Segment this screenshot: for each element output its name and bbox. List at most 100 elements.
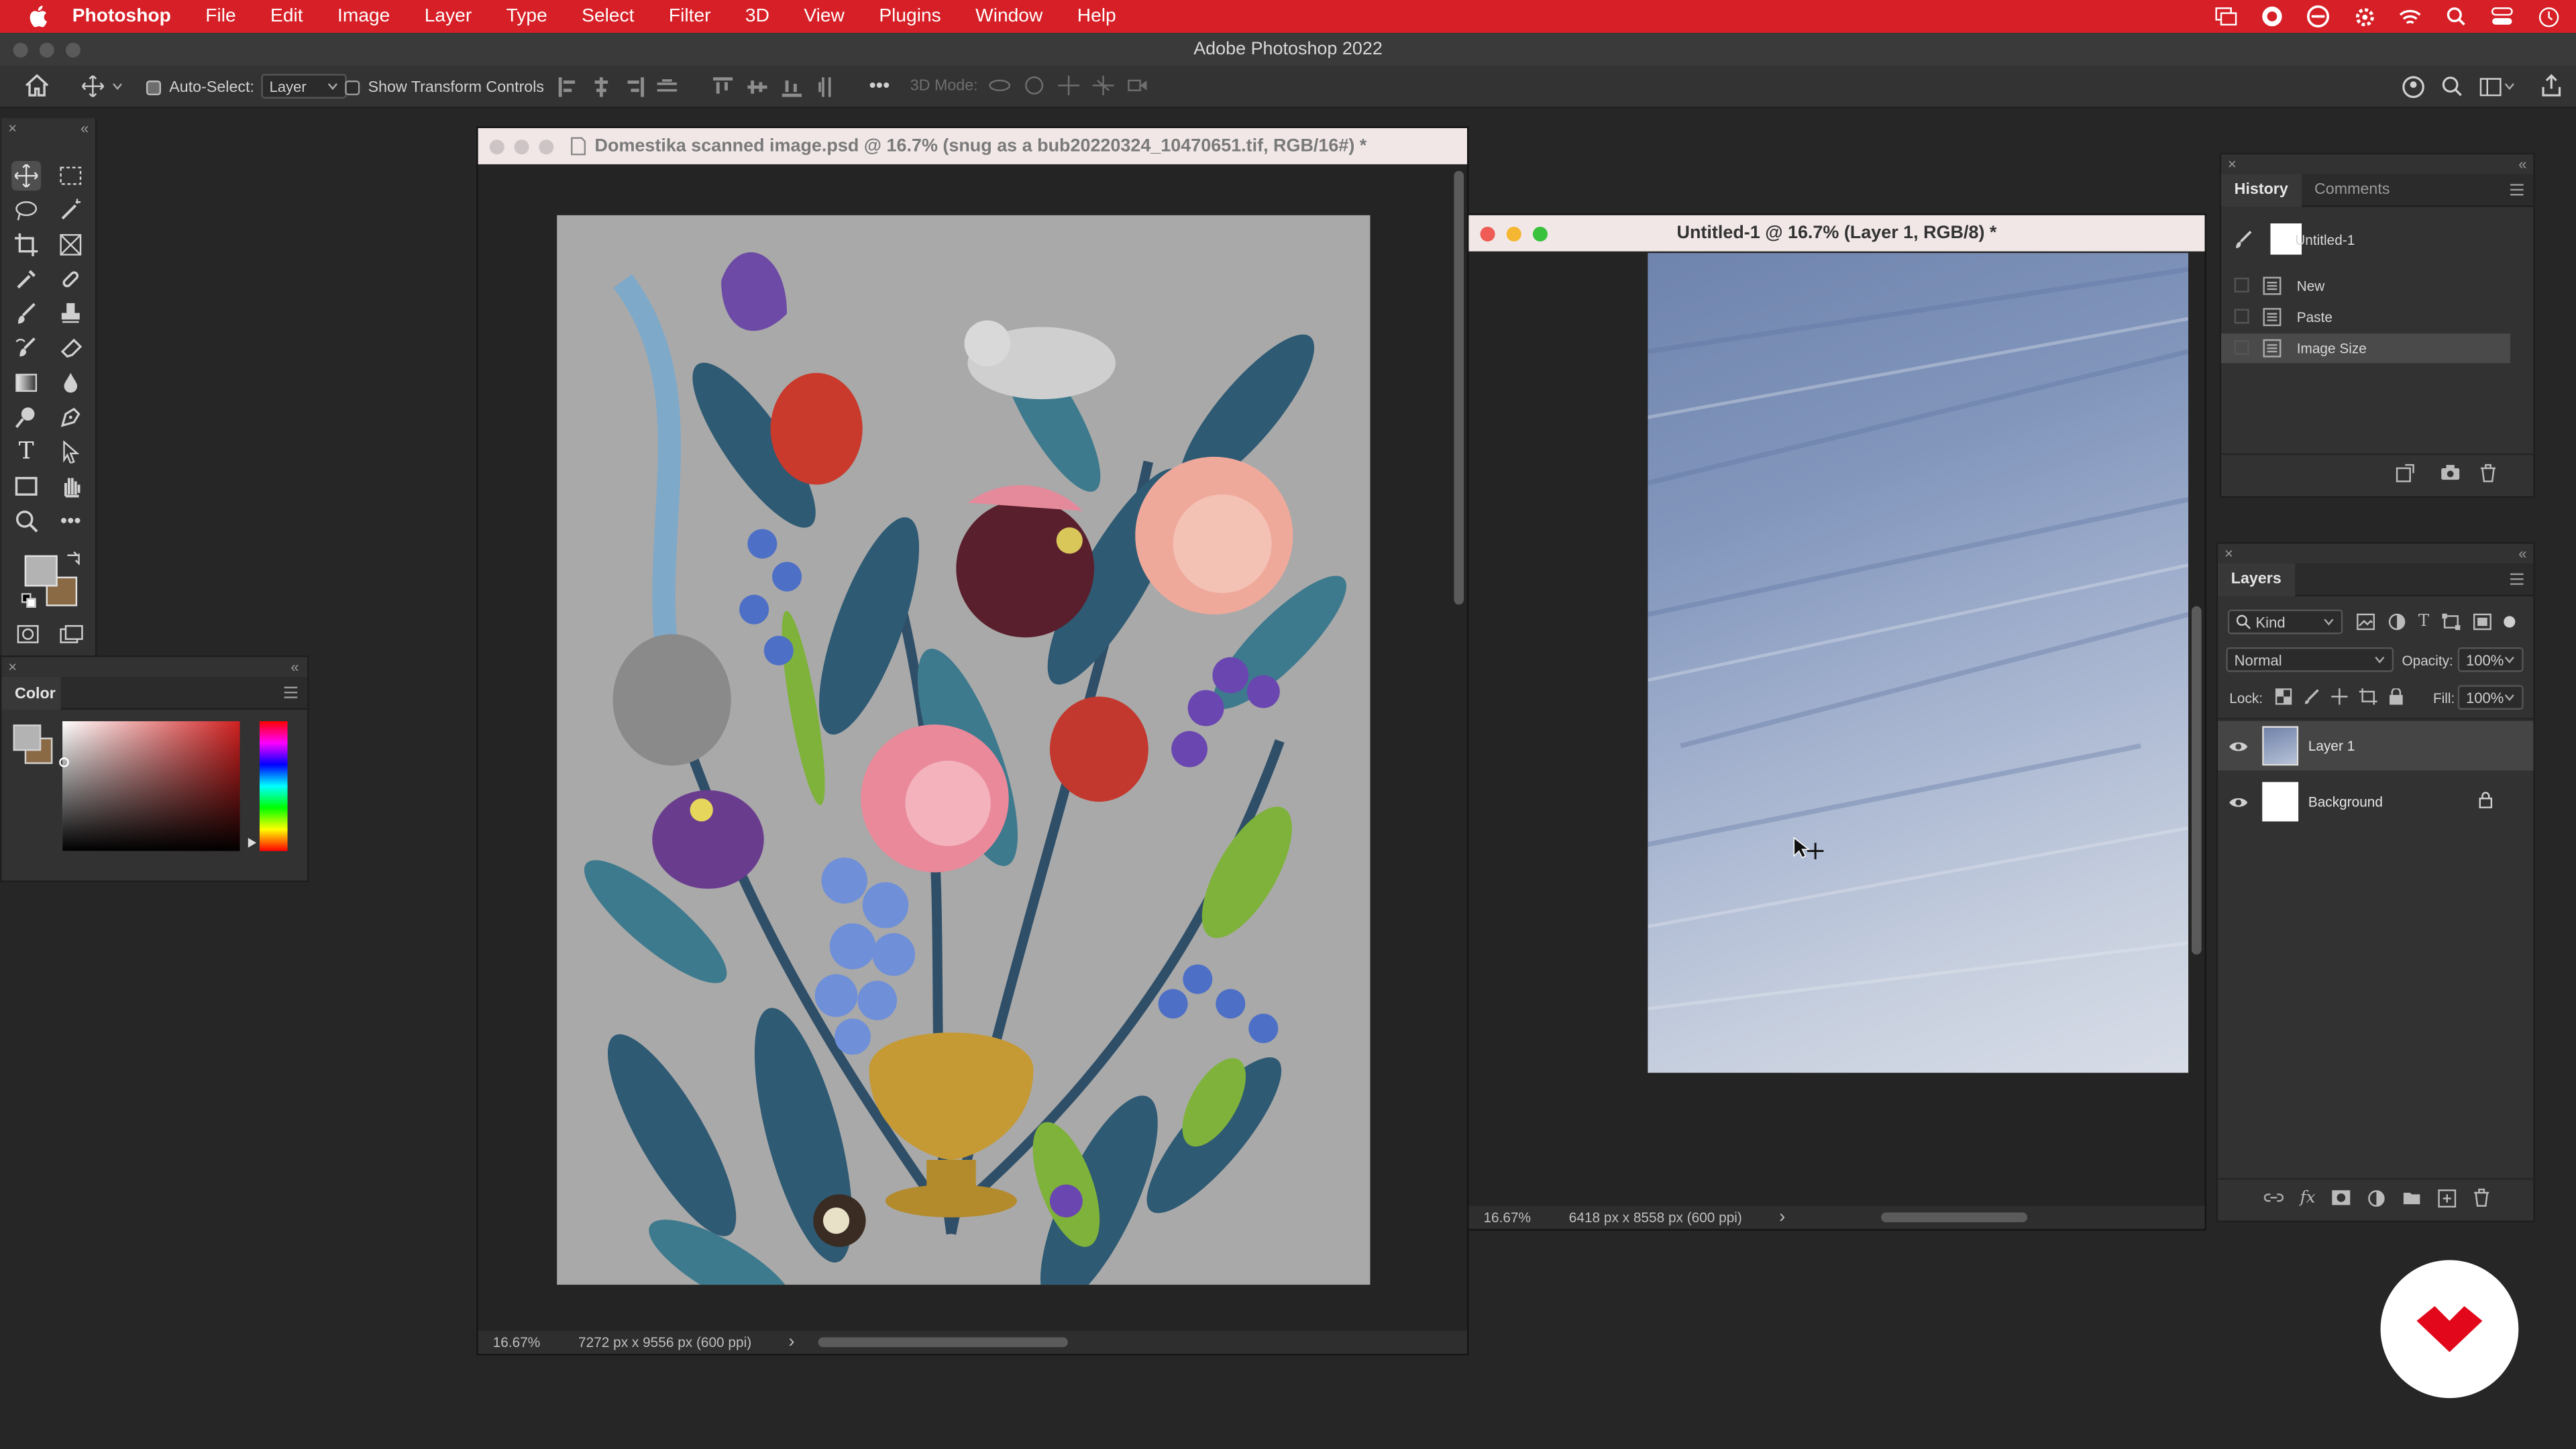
lock-all-icon[interactable] <box>2389 688 2404 705</box>
link-icon[interactable] <box>2263 1189 2284 1205</box>
apple-icon[interactable] <box>23 0 52 33</box>
align-center-horizontal-icon[interactable] <box>590 77 611 97</box>
show-transform-toggle[interactable]: Show Transform Controls <box>345 72 544 102</box>
align-left-icon[interactable] <box>557 77 578 97</box>
trash-icon[interactable] <box>2473 1188 2491 1208</box>
blur-tool[interactable] <box>56 368 85 398</box>
eyedropper-tool[interactable] <box>11 264 41 294</box>
doc2-vertical-scrollbar[interactable] <box>2191 606 2202 955</box>
align-middle-icon[interactable] <box>746 77 767 97</box>
panel-menu-icon[interactable] <box>284 686 298 698</box>
close-icon[interactable]: × <box>8 120 17 136</box>
menu-view[interactable]: View <box>804 7 845 26</box>
adjustment-filter-icon[interactable] <box>2387 612 2406 631</box>
history-source-checkbox[interactable] <box>2234 277 2249 292</box>
menu-filter[interactable]: Filter <box>669 7 711 26</box>
3d-pan-icon[interactable] <box>1058 75 1079 96</box>
move-tool-preset-icon[interactable] <box>81 74 123 102</box>
zoom-tool[interactable] <box>11 506 41 535</box>
marquee-tool[interactable] <box>56 161 85 191</box>
healing-brush-tool[interactable] <box>56 264 85 294</box>
doc1-close-button[interactable] <box>489 140 504 155</box>
menu-plugins[interactable]: Plugins <box>879 7 941 26</box>
eye-icon[interactable] <box>2228 739 2249 754</box>
edit-toolbar-icon[interactable]: ••• <box>56 506 85 535</box>
3d-roll-icon[interactable] <box>1024 76 1045 95</box>
dodge-tool[interactable] <box>11 402 41 432</box>
history-step-paste[interactable]: Paste <box>2221 303 2510 332</box>
distribute-horizontal-icon[interactable] <box>655 77 677 97</box>
history-source-checkbox[interactable] <box>2234 309 2249 324</box>
menu-select[interactable]: Select <box>582 7 634 26</box>
magic-wand-tool[interactable] <box>56 195 85 225</box>
history-snapshot-row[interactable]: Untitled-1 <box>2221 215 2510 264</box>
auto-select-toggle[interactable]: Auto-Select: <box>146 72 254 102</box>
type-tool[interactable]: T <box>11 437 41 466</box>
camera-icon[interactable] <box>2440 464 2461 486</box>
color-field[interactable] <box>62 721 240 851</box>
fill-input[interactable]: 100% <box>2457 685 2524 710</box>
align-top-icon[interactable] <box>711 77 733 97</box>
new-layer-icon[interactable] <box>2438 1188 2457 1207</box>
color-fg-swatch[interactable] <box>13 724 42 751</box>
adjustment-layer-icon[interactable] <box>2368 1189 2386 1207</box>
doc2-close-button[interactable] <box>1480 226 1495 242</box>
opacity-input[interactable]: 100% <box>2457 647 2524 672</box>
layer-mask-icon[interactable] <box>2332 1189 2351 1205</box>
pixel-layer-filter-icon[interactable] <box>2356 612 2375 631</box>
menu-image[interactable]: Image <box>337 7 390 26</box>
eraser-tool[interactable] <box>56 333 85 363</box>
collapse-icon[interactable]: « <box>290 659 299 675</box>
menu-3d[interactable]: 3D <box>745 7 769 26</box>
doc1-title-bar[interactable]: Domestika scanned image.psd @ 16.7% (snu… <box>478 128 1467 164</box>
doc1-status-arrow[interactable]: › <box>789 1332 795 1352</box>
doc2-horizontal-scrollbar[interactable] <box>1881 1212 2028 1223</box>
clone-stamp-tool[interactable] <box>56 299 85 329</box>
blend-mode-dropdown[interactable]: Normal <box>2226 647 2394 672</box>
cc-sync-icon[interactable] <box>2306 5 2330 28</box>
gear-icon[interactable] <box>2353 5 2375 28</box>
menu-layer[interactable]: Layer <box>425 7 472 26</box>
3d-orbit-icon[interactable] <box>989 76 1011 95</box>
move-tool[interactable] <box>11 161 42 191</box>
brush-tool[interactable] <box>11 299 41 329</box>
show-transform-checkbox[interactable] <box>345 79 360 95</box>
panel-menu-icon[interactable] <box>2510 573 2524 585</box>
quick-mask-icon[interactable] <box>16 625 39 649</box>
gradient-tool[interactable] <box>11 368 41 398</box>
smart-object-filter-icon[interactable] <box>2472 612 2491 631</box>
type-filter-icon[interactable]: T <box>2418 612 2429 631</box>
workspace-icon[interactable] <box>2479 77 2516 102</box>
close-icon[interactable]: × <box>2228 156 2237 172</box>
doc1-zoom-button[interactable] <box>539 140 554 155</box>
clock-icon[interactable] <box>2536 5 2559 28</box>
blue-texture-canvas[interactable] <box>1648 253 2189 1073</box>
layer-row-background[interactable]: Background <box>2218 777 2533 826</box>
foreground-color-swatch[interactable] <box>24 555 58 587</box>
new-document-from-state-icon[interactable] <box>2396 464 2415 488</box>
filter-toggle-icon[interactable] <box>2503 616 2515 628</box>
doc2-zoom-level[interactable]: 16.67% <box>1483 1209 1531 1225</box>
pen-tool[interactable] <box>56 402 85 432</box>
layer-row-layer-1[interactable]: Layer 1 <box>2218 721 2534 771</box>
doc2-status-arrow[interactable]: › <box>1779 1208 1785 1227</box>
frame-tool[interactable] <box>56 230 85 260</box>
lock-icon[interactable] <box>2479 792 2493 808</box>
share-icon[interactable] <box>2402 76 2424 104</box>
panel-menu-icon[interactable] <box>2510 184 2524 196</box>
distribute-vertical-icon[interactable] <box>815 77 837 97</box>
export-icon[interactable] <box>2540 74 2563 102</box>
auto-select-dropdown[interactable]: Layer <box>261 74 346 99</box>
3d-slide-icon[interactable] <box>1092 75 1114 96</box>
menu-file[interactable]: File <box>205 7 235 26</box>
search-icon[interactable] <box>2441 76 2463 102</box>
menu-app-name[interactable]: Photoshop <box>72 7 171 26</box>
control-center-icon[interactable] <box>2491 5 2514 28</box>
lock-transparent-icon[interactable] <box>2275 688 2292 705</box>
history-brush-tool[interactable] <box>11 333 41 363</box>
shape-filter-icon[interactable] <box>2440 612 2460 631</box>
trash-icon[interactable] <box>2479 464 2498 488</box>
floral-artwork-canvas[interactable] <box>557 215 1371 1285</box>
default-colors-icon[interactable] <box>21 593 36 612</box>
minimize-window-button[interactable] <box>39 42 54 58</box>
